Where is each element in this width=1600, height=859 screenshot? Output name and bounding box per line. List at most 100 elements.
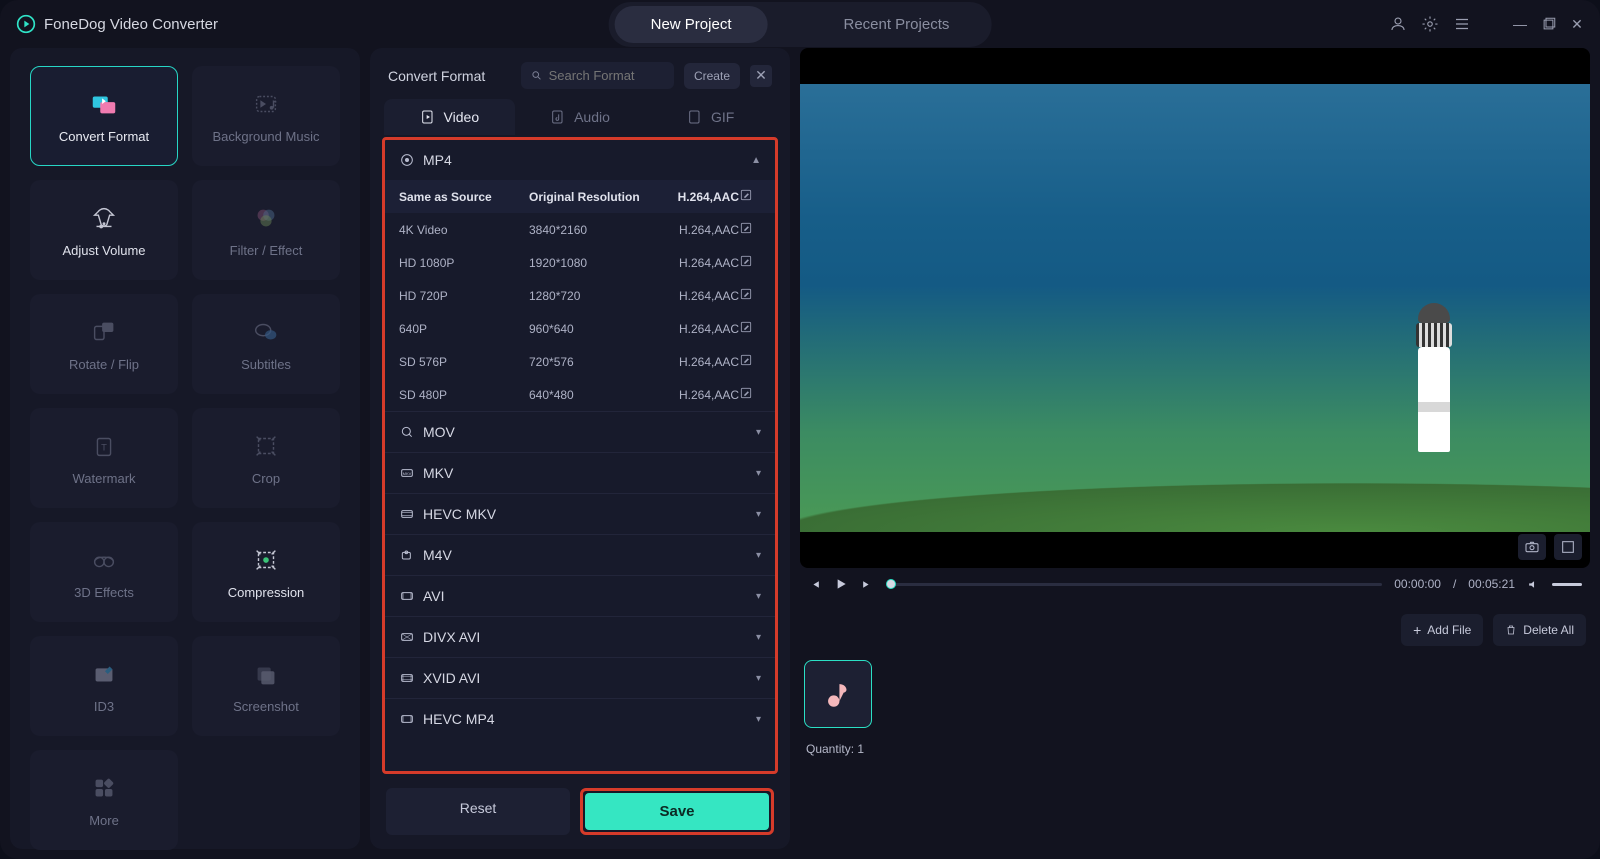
volume-slider[interactable] <box>1552 583 1582 586</box>
delete-all-button[interactable]: Delete All <box>1493 614 1586 646</box>
lighthouse-graphic <box>1408 302 1460 452</box>
minimize-button[interactable]: — <box>1513 17 1527 31</box>
volume-icon[interactable] <box>1527 578 1540 591</box>
prev-button[interactable] <box>808 578 821 591</box>
format-group-mp4[interactable]: MP4▲ <box>385 140 775 180</box>
fullscreen-button[interactable] <box>1554 534 1582 560</box>
tool-label: Adjust Volume <box>62 243 145 258</box>
format-group-avi[interactable]: AVI▾ <box>385 575 775 616</box>
save-button[interactable]: Save <box>585 793 769 830</box>
tool-screenshot[interactable]: Screenshot <box>192 636 340 736</box>
convert-format-icon <box>89 89 119 119</box>
menu-icon[interactable] <box>1453 15 1471 33</box>
create-format-button[interactable]: Create <box>684 63 740 89</box>
adjust-volume-icon <box>89 203 119 233</box>
tool-label: 3D Effects <box>74 585 134 600</box>
tool-compression[interactable]: Compression <box>192 522 340 622</box>
next-button[interactable] <box>861 578 874 591</box>
tool-label: Convert Format <box>59 129 149 144</box>
id3-icon <box>89 659 119 689</box>
settings-icon[interactable] <box>1421 15 1439 33</box>
format-tab-video[interactable]: Video <box>384 99 515 135</box>
compression-icon <box>251 545 281 575</box>
format-row[interactable]: HD 720P1280*720H.264,AAC <box>385 279 775 312</box>
subtitles-icon <box>251 317 281 347</box>
tool-label: Filter / Effect <box>230 243 303 258</box>
progress-bar[interactable] <box>886 583 1382 586</box>
tab-recent-projects[interactable]: Recent Projects <box>807 6 985 43</box>
tool-label: Compression <box>228 585 305 600</box>
preview-frame <box>800 84 1590 532</box>
tool-label: Rotate / Flip <box>69 357 139 372</box>
format-tab-gif[interactable]: GIF <box>645 99 776 135</box>
tool-label: Crop <box>252 471 280 486</box>
tool-rotate-flip[interactable]: Rotate / Flip <box>30 294 178 394</box>
edit-icon[interactable] <box>739 221 761 238</box>
tool-id3[interactable]: ID3 <box>30 636 178 736</box>
music-note-icon <box>821 677 855 711</box>
tool-crop[interactable]: Crop <box>192 408 340 508</box>
close-button[interactable]: ✕ <box>1570 17 1584 31</box>
add-file-button[interactable]: +Add File <box>1401 614 1483 646</box>
edit-icon[interactable] <box>739 353 761 370</box>
maximize-button[interactable] <box>1541 17 1556 32</box>
edit-icon[interactable] <box>739 254 761 271</box>
tool-background-music[interactable]: Background Music <box>192 66 340 166</box>
format-row[interactable]: HD 1080P1920*1080H.264,AAC <box>385 246 775 279</box>
format-group-m4v[interactable]: M4V▾ <box>385 534 775 575</box>
tool-label: Background Music <box>213 129 320 144</box>
account-icon[interactable] <box>1389 15 1407 33</box>
close-panel-button[interactable]: ✕ <box>750 65 772 87</box>
screenshot-icon <box>251 659 281 689</box>
crop-icon <box>251 431 281 461</box>
file-thumbnail[interactable] <box>804 660 872 728</box>
tool-filter-effect[interactable]: Filter / Effect <box>192 180 340 280</box>
format-group-hevc-mp4[interactable]: HEVC MP4▾ <box>385 698 775 739</box>
tools-grid: Convert Format Background Music Adjust Vol… <box>10 48 360 849</box>
tool-label: ID3 <box>94 699 114 714</box>
search-icon <box>531 69 542 82</box>
snapshot-button[interactable] <box>1518 534 1546 560</box>
reset-button[interactable]: Reset <box>386 788 570 835</box>
format-group-mov[interactable]: MOV▾ <box>385 411 775 452</box>
app-title: FoneDog Video Converter <box>16 14 218 34</box>
tool-3d-effects[interactable]: 3D Effects <box>30 522 178 622</box>
svg-text:MKV: MKV <box>403 471 412 476</box>
format-row[interactable]: SD 480P640*480H.264,AAC <box>385 378 775 411</box>
svg-text:T: T <box>101 442 107 452</box>
search-format-input[interactable] <box>521 62 674 89</box>
format-list[interactable]: MP4▲Same as SourceOriginal ResolutionH.2… <box>382 137 778 774</box>
edit-icon[interactable] <box>739 287 761 304</box>
edit-icon[interactable] <box>739 188 761 205</box>
tool-label: Subtitles <box>241 357 291 372</box>
format-tab-audio[interactable]: Audio <box>515 99 646 135</box>
quantity-label: Quantity: 1 <box>800 732 1590 756</box>
tool-convert-format[interactable]: Convert Format <box>30 66 178 166</box>
format-row-head[interactable]: Same as SourceOriginal ResolutionH.264,A… <box>385 180 775 213</box>
trash-icon <box>1505 624 1517 636</box>
video-preview[interactable] <box>800 48 1590 568</box>
format-row[interactable]: 4K Video3840*2160H.264,AAC <box>385 213 775 246</box>
format-group-xvid-avi[interactable]: XVID AVI▾ <box>385 657 775 698</box>
gif-file-icon <box>687 109 703 125</box>
format-row[interactable]: 640P960*640H.264,AAC <box>385 312 775 345</box>
edit-icon[interactable] <box>739 386 761 403</box>
edit-icon[interactable] <box>739 320 761 337</box>
format-group-divx-avi[interactable]: DIVX AVI▾ <box>385 616 775 657</box>
video-file-icon <box>420 109 436 125</box>
time-current: 00:00:00 <box>1394 577 1441 591</box>
tool-more[interactable]: More <box>30 750 178 850</box>
format-group-mkv[interactable]: MKVMKV▾ <box>385 452 775 493</box>
tool-adjust-volume[interactable]: Adjust Volume <box>30 180 178 280</box>
tab-new-project[interactable]: New Project <box>615 6 768 43</box>
play-button[interactable] <box>833 576 849 592</box>
tool-watermark[interactable]: TWatermark <box>30 408 178 508</box>
watermark-icon: T <box>89 431 119 461</box>
tool-subtitles[interactable]: Subtitles <box>192 294 340 394</box>
tool-label: More <box>89 813 119 828</box>
3d-effects-icon <box>89 545 119 575</box>
filter-effect-icon <box>251 203 281 233</box>
rotate-flip-icon <box>89 317 119 347</box>
format-row[interactable]: SD 576P720*576H.264,AAC <box>385 345 775 378</box>
format-group-hevc-mkv[interactable]: HEVC MKV▾ <box>385 493 775 534</box>
